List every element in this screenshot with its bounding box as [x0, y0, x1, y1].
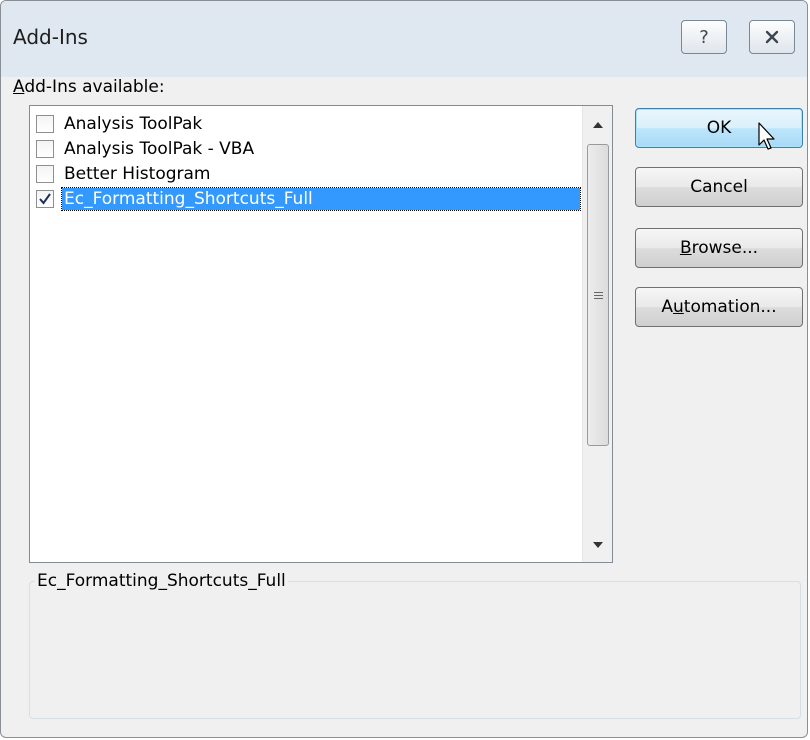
- title-bar[interactable]: Add-Ins ?: [1, 1, 807, 77]
- scroll-up-button[interactable]: [583, 110, 613, 140]
- list-item[interactable]: Analysis ToolPak - VBA: [36, 137, 580, 161]
- close-icon: [764, 29, 780, 45]
- list-item[interactable]: Better Histogram: [36, 162, 580, 186]
- browse-text: rowse...: [691, 238, 759, 258]
- add-ins-dialog: Add-Ins ? Add-Ins available: Analysis To…: [0, 0, 808, 738]
- automation-button[interactable]: Automation...: [635, 287, 803, 327]
- automation-text: tomation...: [683, 297, 777, 317]
- browse-button-label: Browse...: [680, 238, 758, 258]
- help-icon: ?: [699, 26, 709, 48]
- list-item-label: Analysis ToolPak: [64, 114, 203, 134]
- browse-button[interactable]: Browse...: [635, 228, 803, 268]
- cancel-button-label: Cancel: [690, 177, 748, 197]
- arrow-up-icon: [593, 122, 603, 128]
- scrollbar-thumb[interactable]: [587, 144, 609, 446]
- cancel-button[interactable]: Cancel: [635, 167, 803, 207]
- help-button[interactable]: ?: [681, 20, 727, 54]
- automation-mnemonic: u: [673, 297, 684, 317]
- browse-mnemonic: B: [679, 238, 692, 258]
- checkbox[interactable]: [36, 115, 54, 133]
- dialog-title: Add-Ins: [13, 25, 88, 49]
- list-item[interactable]: Analysis ToolPak: [36, 112, 580, 136]
- description-group: [29, 581, 801, 719]
- mouse-cursor-icon: [758, 122, 778, 156]
- automation-prefix: A: [661, 297, 674, 317]
- checkmark-icon: [39, 193, 51, 205]
- label-mnemonic: A: [13, 77, 25, 97]
- description-title: Ec_Formatting_Shortcuts_Full: [35, 571, 288, 591]
- list-item-label: Ec_Formatting_Shortcuts_Full: [61, 187, 581, 211]
- arrow-down-icon: [593, 542, 603, 548]
- close-button[interactable]: [749, 20, 795, 54]
- ok-button-label: OK: [706, 118, 732, 138]
- list-item-label: Better Histogram: [64, 164, 211, 184]
- checkbox[interactable]: [36, 165, 54, 183]
- scroll-down-button[interactable]: [583, 530, 613, 560]
- list-item-selected[interactable]: Ec_Formatting_Shortcuts_Full: [36, 187, 581, 211]
- add-ins-listbox[interactable]: Analysis ToolPak Analysis ToolPak - VBA …: [29, 105, 613, 563]
- checkbox-checked[interactable]: [36, 190, 54, 208]
- automation-button-label: Automation...: [661, 297, 776, 317]
- label-text: dd-Ins available:: [24, 77, 165, 97]
- checkbox[interactable]: [36, 140, 54, 158]
- vertical-scrollbar[interactable]: [582, 106, 612, 562]
- grip-icon: [593, 290, 603, 301]
- list-item-label: Analysis ToolPak - VBA: [64, 139, 255, 159]
- add-ins-available-label: Add-Ins available:: [13, 77, 165, 97]
